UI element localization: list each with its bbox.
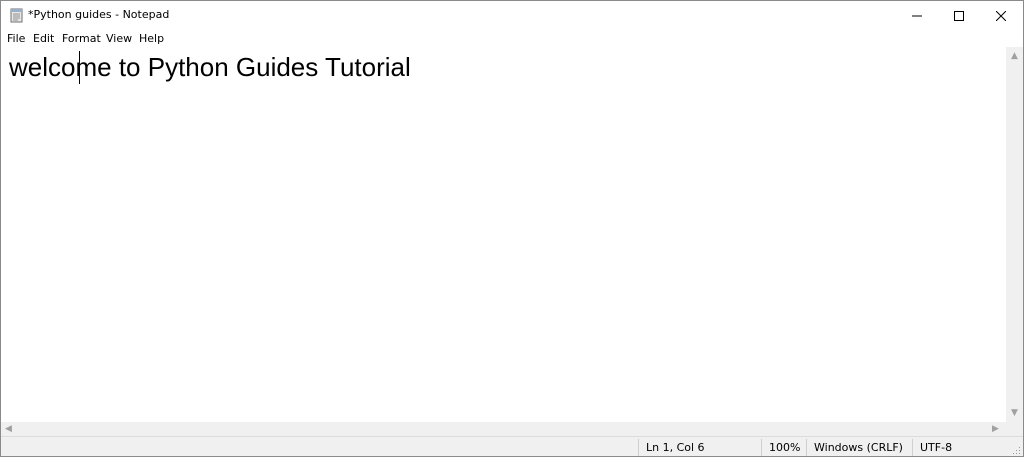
close-button[interactable] [979,1,1023,30]
status-cursor-position: Ln 1, Col 6 [646,441,705,454]
menu-file[interactable]: File [7,32,25,45]
status-divider [638,439,639,456]
text-cursor [79,51,80,84]
window-title: *Python guides - Notepad [28,8,170,21]
resize-grip-icon[interactable] [1012,447,1021,455]
menu-bar: File Edit Format View Help [1,30,1023,47]
menu-edit[interactable]: Edit [33,32,54,45]
notepad-icon [10,8,23,23]
status-zoom: 100% [769,441,801,454]
horizontal-scrollbar[interactable]: ◀ ▶ [1,422,1006,436]
maximize-button[interactable] [937,1,981,30]
maximize-icon [954,10,964,21]
minimize-icon [912,15,922,16]
menu-help[interactable]: Help [139,32,164,45]
status-line-endings: Windows (CRLF) [814,441,903,454]
scroll-right-arrow-icon[interactable]: ▶ [992,424,999,434]
status-divider [761,439,762,456]
menu-format[interactable]: Format [62,32,101,45]
scroll-left-arrow-icon[interactable]: ◀ [5,424,12,434]
menu-view[interactable]: View [106,32,132,45]
scroll-up-arrow-icon[interactable]: ▲ [1011,51,1018,61]
status-divider [912,439,913,456]
vertical-scrollbar[interactable]: ▲ ▼ [1006,47,1023,422]
notepad-window: *Python guides - Notepad File Edit Forma… [0,0,1024,457]
text-editor-area[interactable]: welcome to Python Guides Tutorial [1,47,1006,422]
scroll-down-arrow-icon[interactable]: ▼ [1011,408,1018,418]
close-icon [996,10,1006,21]
status-encoding: UTF-8 [920,441,953,454]
editor-text[interactable]: welcome to Python Guides Tutorial [9,52,411,82]
status-bar: Ln 1, Col 6 100% Windows (CRLF) UTF-8 [1,436,1023,456]
scrollbar-corner [1006,422,1023,436]
minimize-button[interactable] [895,1,939,30]
status-divider [806,439,807,456]
title-bar[interactable]: *Python guides - Notepad [1,1,1023,30]
